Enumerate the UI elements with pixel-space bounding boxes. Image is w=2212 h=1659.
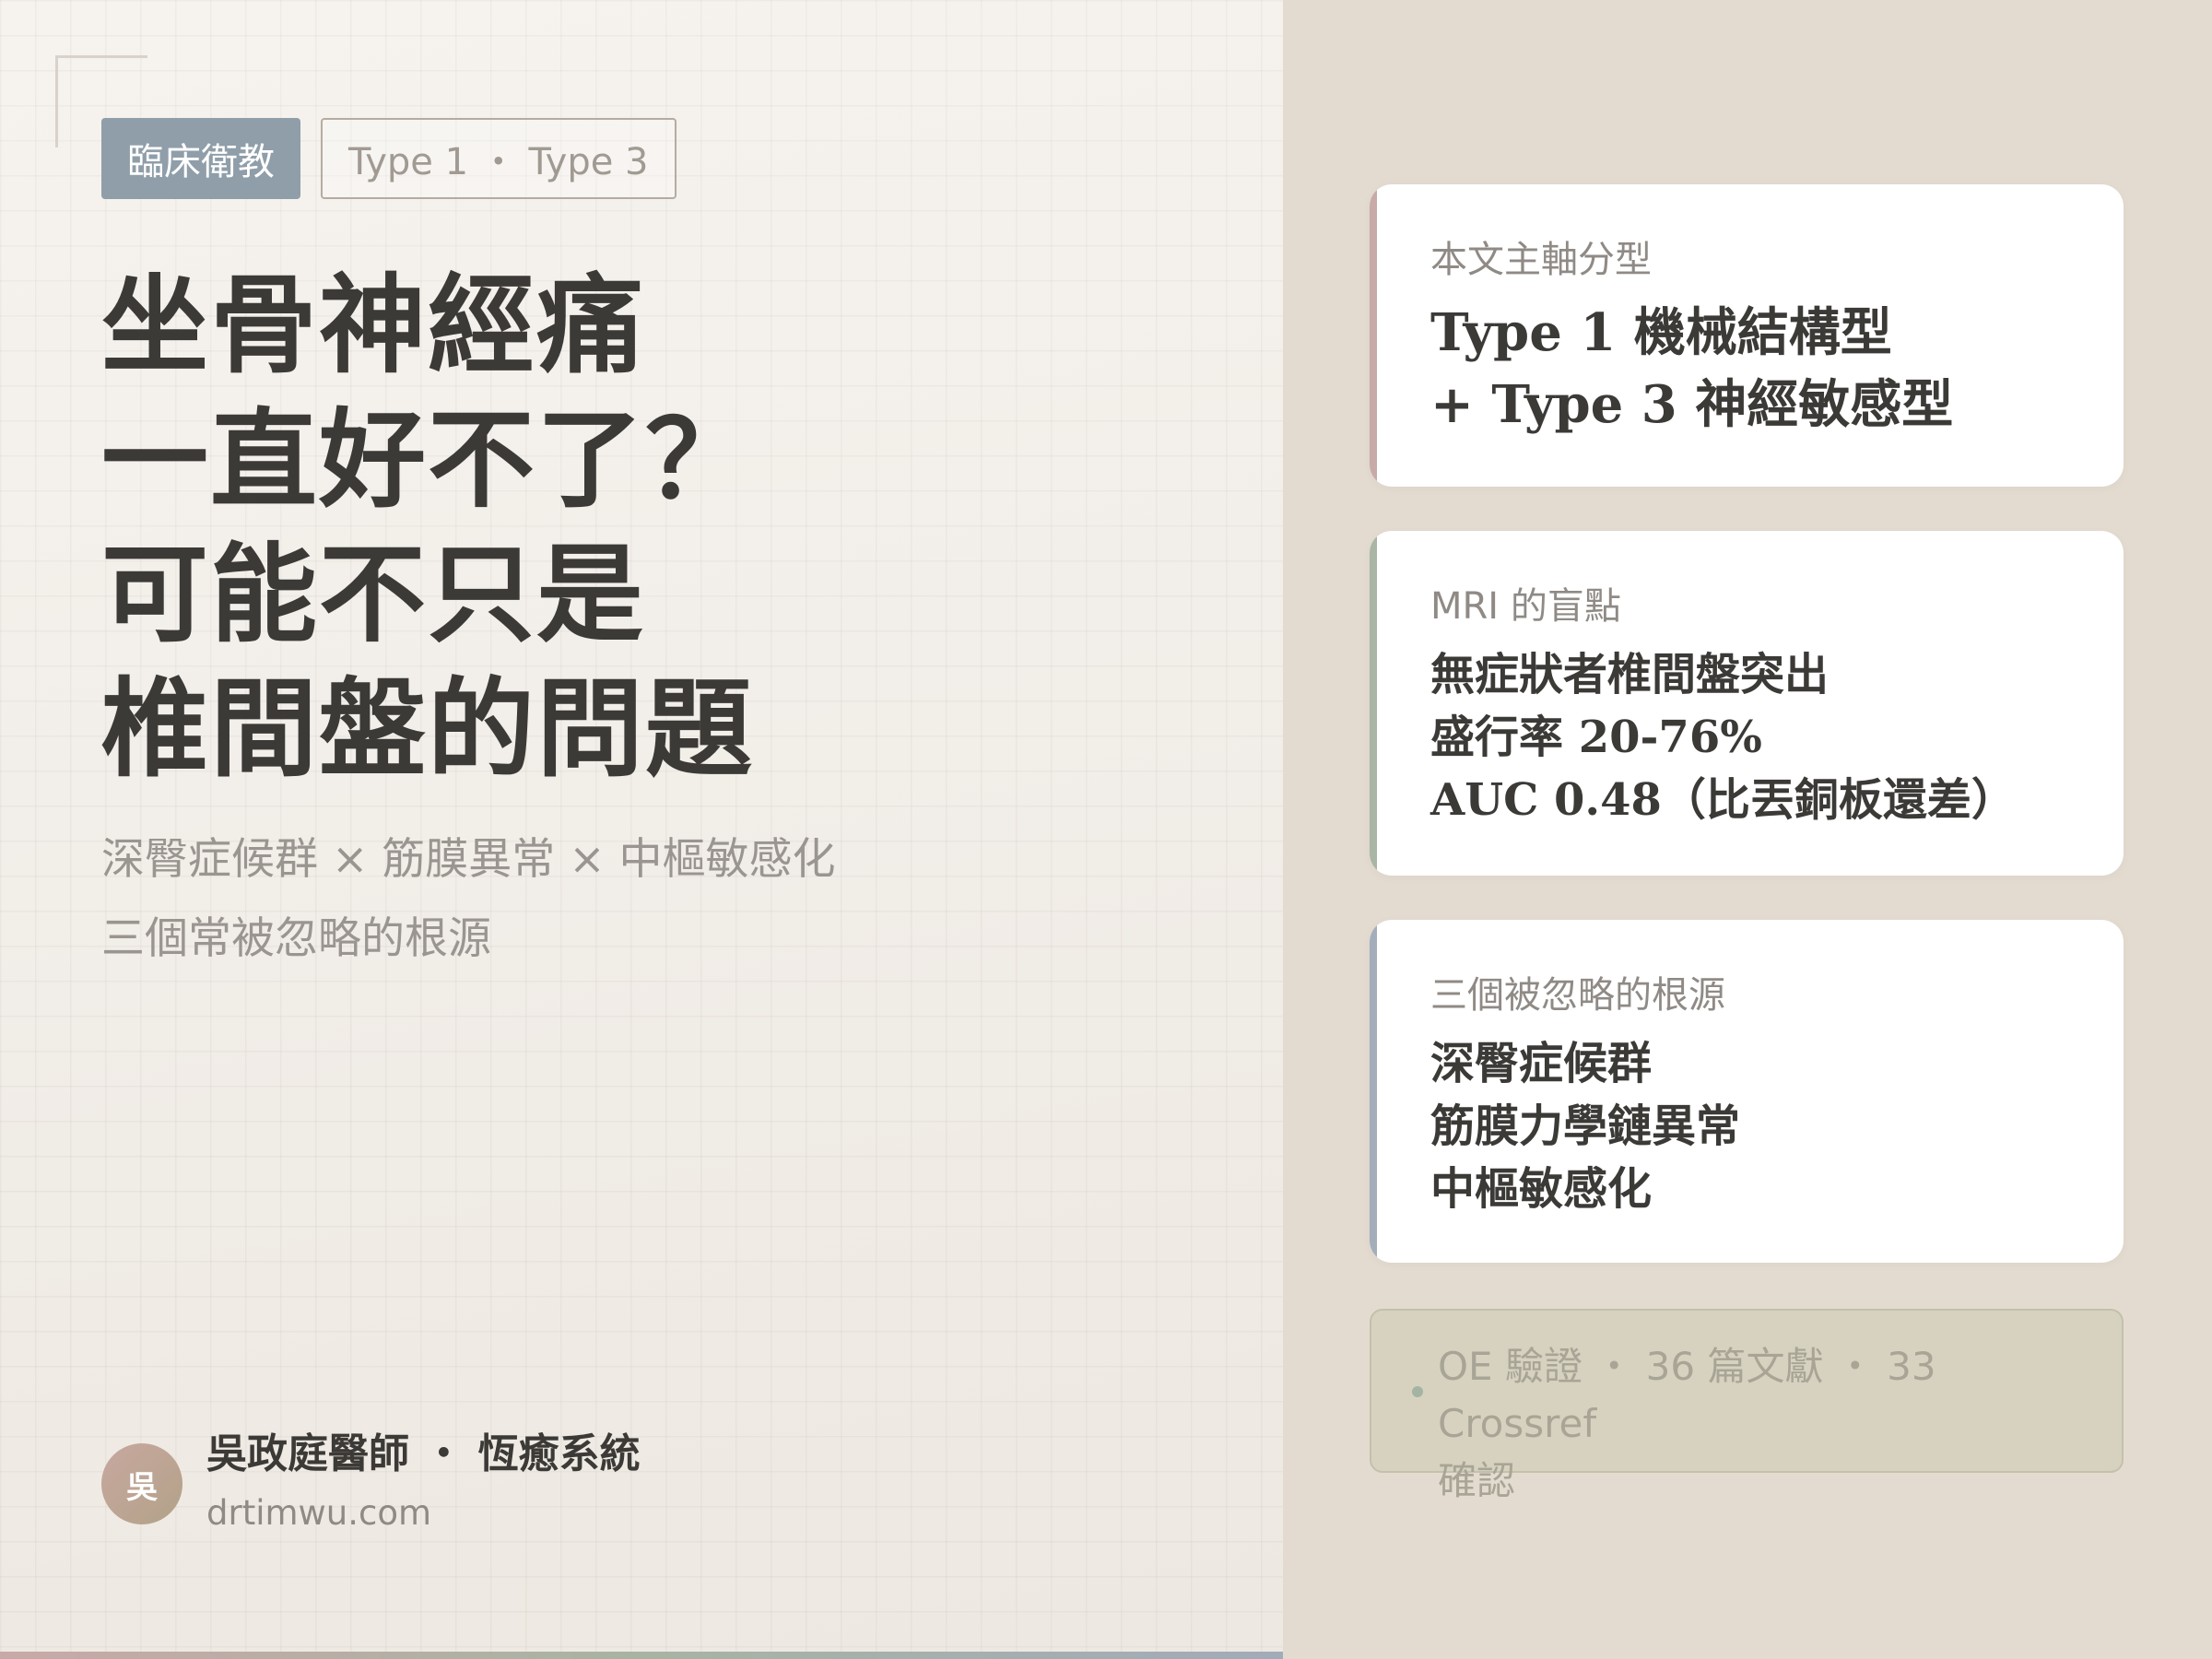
subtitle-line-1: 深臀症候群 × 筋膜異常 × 中樞敏感化 xyxy=(101,834,836,885)
card-main-type: 本文主軸分型 Type 1 機械結構型 + Type 3 神經敏感型 xyxy=(1370,184,2124,487)
card-line: Type 1 機械結構型 xyxy=(1430,302,1892,363)
card-content: MRI 的盲點 無症狀者椎間盤突出 盛行率 20-76% AUC 0.48（比丟… xyxy=(1430,579,2096,831)
card-mri-blindspot: MRI 的盲點 無症狀者椎間盤突出 盛行率 20-76% AUC 0.48（比丟… xyxy=(1370,531,2124,876)
title-line-4: 椎間盤的問題 xyxy=(101,666,754,792)
card-body: 深臀症候群 筋膜力學鏈異常 中樞敏感化 xyxy=(1430,1032,2096,1220)
author-block: 吳 吳政庭醫師 ・ 恆癒系統 drtimwu.com xyxy=(101,1427,641,1541)
card-content: 三個被忽略的根源 深臀症候群 筋膜力學鏈異常 中樞敏感化 xyxy=(1430,968,2096,1220)
author-url[interactable]: drtimwu.com xyxy=(206,1486,641,1541)
card-label: MRI 的盲點 xyxy=(1430,585,1621,628)
card-content: 本文主軸分型 Type 1 機械結構型 + Type 3 神經敏感型 xyxy=(1430,232,2096,441)
card-line: 盛行率 20-76% xyxy=(1430,712,1762,763)
card-body: 無症狀者椎間盤突出 盛行率 20-76% AUC 0.48（比丟銅板還差） xyxy=(1430,643,2096,831)
card-line: 筋膜力學鏈異常 xyxy=(1430,1100,1741,1152)
card-root-causes: 三個被忽略的根源 深臀症候群 筋膜力學鏈異常 中樞敏感化 xyxy=(1370,920,2124,1263)
author-text: 吳政庭醫師 ・ 恆癒系統 drtimwu.com xyxy=(206,1427,641,1541)
card-line: AUC 0.48（比丟銅板還差） xyxy=(1430,774,2016,826)
note-line-1: OE 驗證 ・ 36 篇文獻 ・ 33 Crossref xyxy=(1438,1344,1936,1446)
left-panel: 臨床衛教 Type 1 ・ Type 3 坐骨神經痛 一直好不了？ 可能不只是 … xyxy=(0,0,1283,1659)
card-label: 本文主軸分型 xyxy=(1430,239,1652,281)
card-line: 無症狀者椎間盤突出 xyxy=(1430,649,1830,700)
card-body: Type 1 機械結構型 + Type 3 神經敏感型 xyxy=(1430,297,2096,441)
verification-note: OE 驗證 ・ 36 篇文獻 ・ 33 Crossref 確認 xyxy=(1370,1309,2124,1503)
bullet-dot-icon xyxy=(1412,1386,1423,1397)
tag-row: 臨床衛教 Type 1 ・ Type 3 xyxy=(101,118,677,199)
card-line: 深臀症候群 xyxy=(1430,1038,1653,1089)
card-line: + Type 3 神經敏感型 xyxy=(1430,374,1954,435)
title-line-1: 坐骨神經痛 xyxy=(101,263,645,388)
type-tag[interactable]: Type 1 ・ Type 3 xyxy=(321,118,677,199)
title-line-2: 一直好不了？ xyxy=(101,397,754,523)
title-line-3: 可能不只是 xyxy=(101,532,645,657)
author-name: 吳政庭醫師 ・ 恆癒系統 xyxy=(206,1430,641,1477)
avatar: 吳 xyxy=(101,1443,182,1524)
subtitle-line-2: 三個常被忽略的根源 xyxy=(101,913,491,964)
category-tag[interactable]: 臨床衛教 xyxy=(101,118,300,199)
note-line-2: 確認 xyxy=(1438,1458,1516,1503)
bottom-accent-bar xyxy=(0,1652,1283,1659)
note-text: OE 驗證 ・ 36 篇文獻 ・ 33 Crossref 確認 xyxy=(1438,1338,2088,1510)
page-title: 坐骨神經痛 一直好不了？ 可能不只是 椎間盤的問題 xyxy=(101,258,754,796)
card-line: 中樞敏感化 xyxy=(1430,1163,1653,1215)
card-label: 三個被忽略的根源 xyxy=(1430,974,1725,1017)
subtitle: 深臀症候群 × 筋膜異常 × 中樞敏感化 三個常被忽略的根源 xyxy=(101,820,836,979)
